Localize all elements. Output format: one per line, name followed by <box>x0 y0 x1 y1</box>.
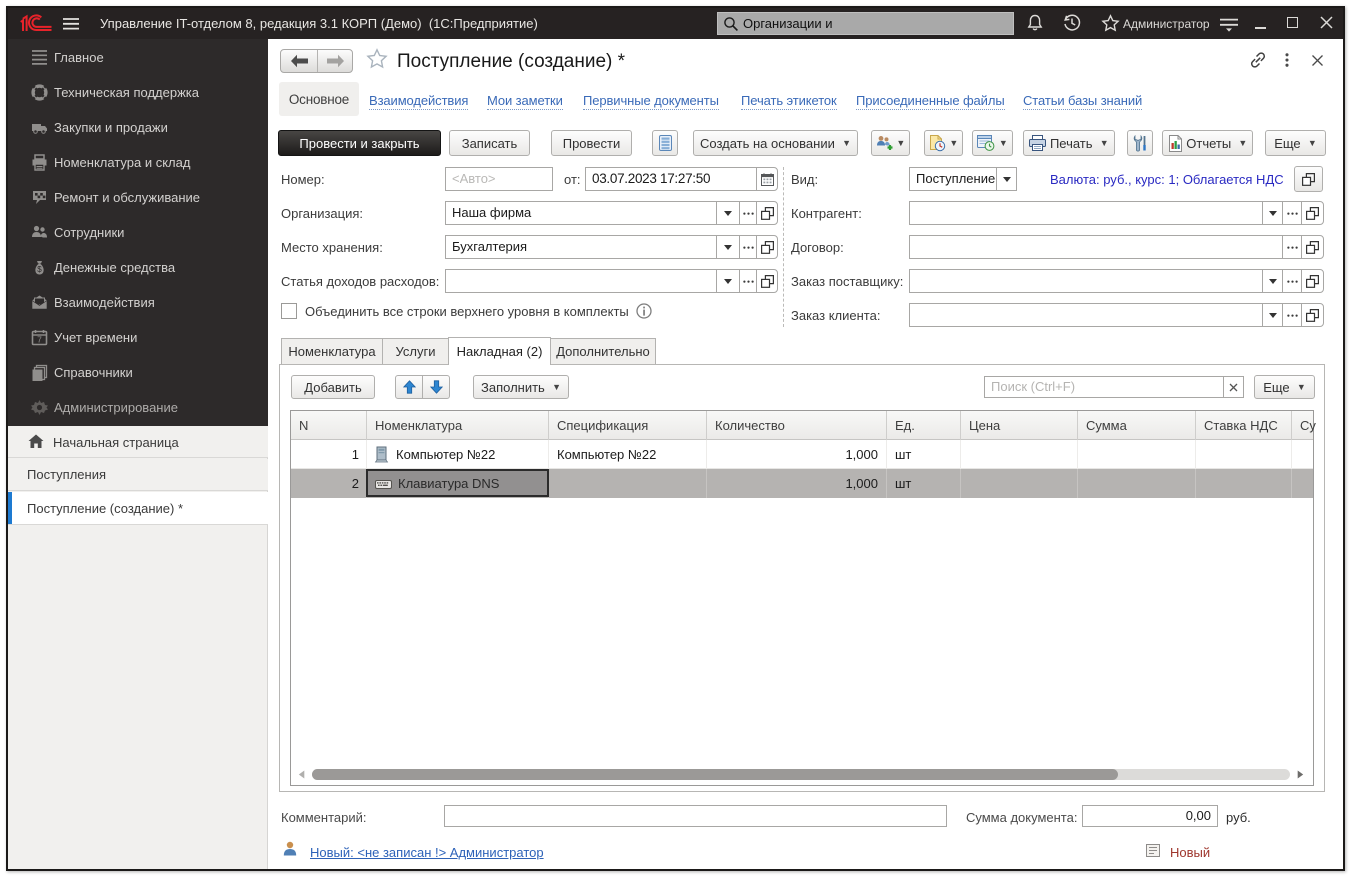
svg-text:$: $ <box>37 265 42 274</box>
svg-text:7: 7 <box>37 335 42 345</box>
